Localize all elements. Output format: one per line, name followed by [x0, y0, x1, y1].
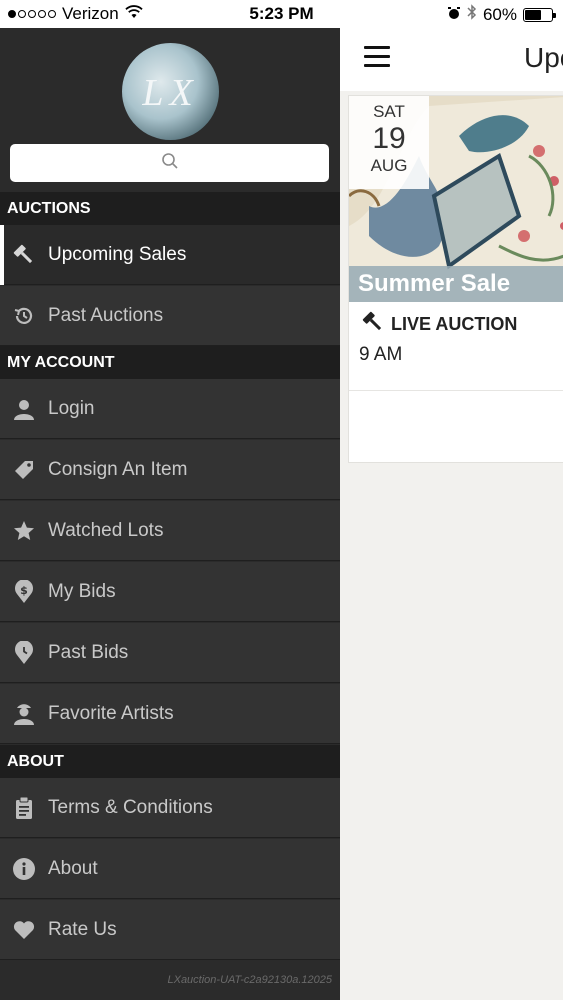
sidebar-item-terms[interactable]: Terms & Conditions: [0, 778, 340, 838]
sidebar-item-label: Watched Lots: [48, 519, 164, 541]
heart-icon: [10, 916, 38, 944]
sidebar-item-rate-us[interactable]: Rate Us: [0, 900, 340, 960]
clipboard-icon: [10, 794, 38, 822]
sidebar-item-upcoming-sales[interactable]: Upcoming Sales: [0, 225, 340, 285]
section-about: ABOUT: [0, 745, 340, 778]
sidebar-item-label: Terms & Conditions: [48, 796, 213, 818]
sidebar-item-label: Login: [48, 397, 95, 419]
section-my-account: MY ACCOUNT: [0, 346, 340, 379]
sidebar-item-watched-lots[interactable]: Watched Lots: [0, 501, 340, 561]
logo-text: LX: [142, 72, 199, 114]
date-month: AUG: [370, 156, 408, 175]
sale-name: Summer Sale: [349, 266, 563, 302]
battery-fill: [525, 9, 541, 20]
sidebar-item-past-auctions[interactable]: Past Auctions: [0, 286, 340, 346]
sidebar-item-consign[interactable]: Consign An Item: [0, 440, 340, 500]
app-logo: LX: [122, 43, 219, 140]
sidebar-item-label: Consign An Item: [48, 458, 188, 480]
auction-type: LIVE AUCTION: [361, 310, 517, 339]
menu-icon[interactable]: [364, 46, 390, 68]
user-icon: [10, 395, 38, 423]
status-right: 60%: [447, 4, 556, 25]
history-icon: [10, 302, 38, 330]
top-bar: Upc: [340, 28, 563, 91]
search-field[interactable]: [10, 144, 329, 182]
svg-text:$: $: [20, 584, 28, 597]
section-auctions: AUCTIONS: [0, 192, 340, 225]
sidebar-item-past-bids[interactable]: Past Bids: [0, 623, 340, 683]
date-badge: SAT 19 AUG: [349, 96, 429, 189]
sidebar-item-my-bids[interactable]: $ My Bids: [0, 562, 340, 622]
auction-image: SAT 19 AUG Summer Sale: [349, 96, 563, 302]
dollar-pin-icon: $: [10, 578, 38, 606]
date-day: 19: [372, 122, 406, 155]
bluetooth-icon: [467, 4, 477, 25]
page-title: Upc: [524, 42, 563, 73]
alarm-icon: [447, 5, 461, 25]
card-divider: [349, 390, 563, 391]
sidebar-item-label: Past Auctions: [48, 304, 164, 326]
sidebar-item-label: Rate Us: [48, 918, 117, 940]
sidebar-item-favorite-artists[interactable]: Favorite Artists: [0, 684, 340, 744]
sidebar: LX AUCTIONS Upcoming Sales Past Auctions…: [0, 28, 340, 1000]
sidebar-item-label: Past Bids: [48, 641, 129, 663]
auction-time: 9 AM: [359, 344, 403, 365]
auction-card[interactable]: SAT 19 AUG Summer Sale LIVE AUCTION 9 AM: [348, 95, 563, 463]
sidebar-item-about[interactable]: About: [0, 839, 340, 899]
info-icon: [10, 855, 38, 883]
sidebar-item-label: About: [48, 857, 98, 879]
date-day-of-week: SAT: [373, 102, 405, 121]
main-content: Upc SAT 19 AUG Summer Sale: [340, 28, 563, 1000]
sidebar-item-login[interactable]: Login: [0, 379, 340, 439]
sidebar-item-label: Favorite Artists: [48, 702, 174, 724]
gavel-icon: [10, 241, 38, 269]
status-bar: Verizon 5:23 PM 60%: [0, 0, 563, 28]
search-icon: [161, 152, 179, 175]
history-pin-icon: [10, 639, 38, 667]
sidebar-item-label: My Bids: [48, 580, 116, 602]
gavel-icon: [361, 310, 385, 339]
app-version: LXauction-UAT-c2a92130a.12025: [167, 974, 332, 986]
tag-icon: [10, 456, 38, 484]
auction-type-label: LIVE AUCTION: [391, 314, 518, 334]
battery-percent: 60%: [482, 4, 517, 24]
battery-icon: [523, 7, 556, 22]
sidebar-item-label: Upcoming Sales: [48, 243, 187, 265]
star-icon: [10, 517, 38, 545]
artist-icon: [10, 700, 38, 728]
